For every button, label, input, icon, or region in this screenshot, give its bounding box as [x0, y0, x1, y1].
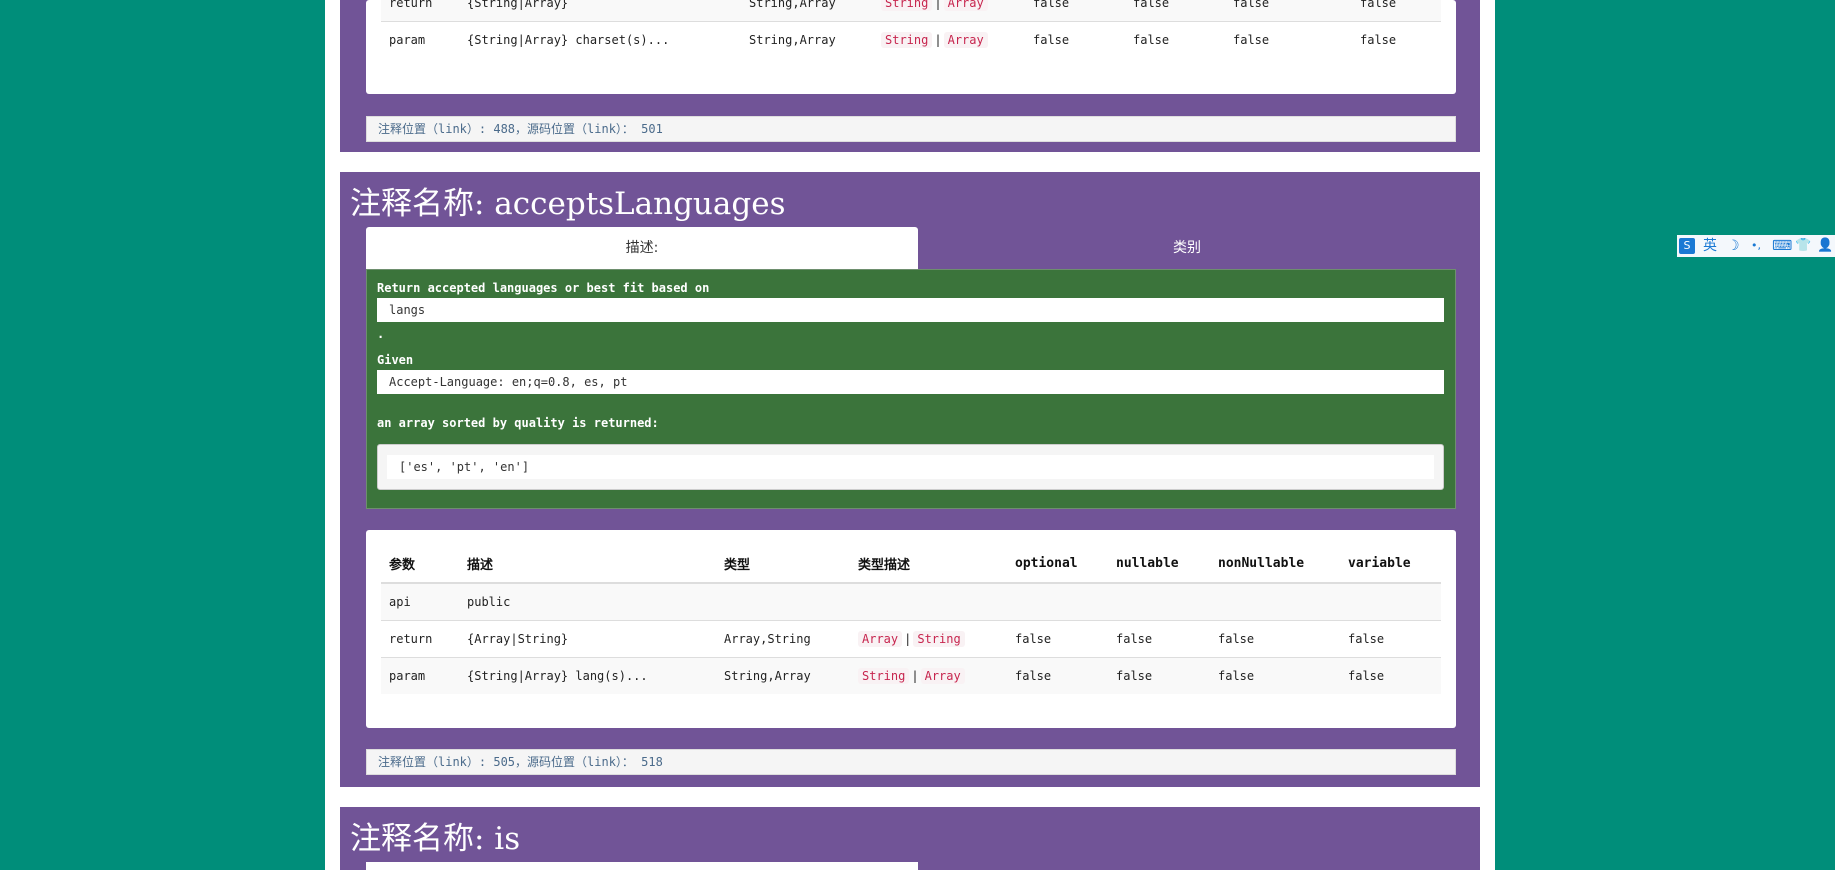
type-badge: Array: [858, 631, 903, 647]
table-cell: false: [1125, 0, 1225, 22]
description-text: .: [377, 327, 385, 341]
table-cell: String | Array: [873, 0, 1025, 22]
ime-toolbar: S 英 ☽ •, ⌨ 👕 👤: [1677, 235, 1835, 257]
annotation-title: 注释名称: acceptsLanguages: [350, 186, 786, 222]
table-cell: Array | String: [850, 620, 1007, 658]
table-row: param {String|Array} charset(s)... String,…: [381, 21, 1441, 58]
table-cell: String,Array: [741, 0, 873, 22]
annotation-title: 注释名称: is: [350, 821, 521, 857]
column-header: 类型描述: [850, 544, 1007, 584]
type-badge: Array: [943, 32, 988, 48]
table-cell: {String|Array} lang(s)...: [459, 657, 716, 694]
description-text: Given: [377, 353, 414, 367]
source-location-footer: 注释位置（link）: 488，源码位置（link）： 501: [366, 116, 1456, 142]
tab-category[interactable]: 类别: [918, 227, 1456, 269]
params-card: 参数 描述 类型 类型描述 optional nullable nonNulla…: [366, 530, 1456, 728]
table-cell: {String|Array}: [459, 0, 741, 22]
type-badge: String: [913, 631, 965, 647]
table-row: api public: [381, 582, 1441, 621]
table-cell: false: [1210, 620, 1340, 658]
table-header-row: 参数 描述 类型 类型描述 optional nullable nonNulla…: [381, 544, 1441, 584]
table-cell: api: [381, 582, 459, 621]
table-cell: return: [381, 0, 459, 22]
table-cell: param: [381, 21, 459, 58]
table-cell: false: [1025, 21, 1125, 58]
ime-logo-icon[interactable]: S: [1679, 238, 1695, 254]
table-cell: String,Array: [716, 657, 850, 694]
table-cell: public: [459, 582, 716, 621]
table-cell: false: [1352, 0, 1441, 22]
user-icon[interactable]: 👤: [1817, 235, 1833, 257]
type-separator: |: [934, 0, 942, 10]
table-cell: false: [1007, 620, 1108, 658]
tab-description[interactable]: 描述:: [366, 227, 918, 269]
column-header: 描述: [459, 544, 716, 584]
table-cell: [1210, 582, 1340, 621]
params-card-prev: return {String|Array} String,Array String | A…: [366, 0, 1456, 94]
params-table-prev: return {String|Array} String,Array String | A…: [381, 0, 1441, 58]
type-badge: String: [881, 32, 933, 48]
skin-icon[interactable]: 👕: [1795, 235, 1811, 257]
table-cell: false: [1225, 0, 1352, 22]
description-text: an array sorted by quality is returned:: [377, 416, 659, 430]
source-location-footer: 注释位置（link）: 505，源码位置（link）： 518: [366, 749, 1456, 775]
table-row: return {String|Array} String,Array String | A…: [381, 0, 1441, 22]
annotation-block-is: 注释名称: is: [340, 807, 1480, 870]
description-text: Return accepted languages or best fit ba…: [377, 281, 710, 295]
table-cell: [1108, 582, 1210, 621]
column-header: nonNullable: [1210, 544, 1340, 584]
type-badge: String: [858, 668, 910, 684]
column-header: 参数: [381, 544, 459, 584]
params-table: 参数 描述 类型 类型描述 optional nullable nonNulla…: [381, 544, 1441, 694]
code-block-text: ['es', 'pt', 'en']: [387, 455, 1434, 479]
annotation-block-prev: return {String|Array} String,Array String | A…: [340, 0, 1480, 152]
table-cell: false: [1108, 620, 1210, 658]
table-cell: Array,String: [716, 620, 850, 658]
description-panel: Return accepted languages or best fit ba…: [366, 269, 1456, 509]
code-snippet: Accept-Language: en;q=0.8, es, pt: [377, 370, 1444, 394]
table-cell: false: [1108, 657, 1210, 694]
table-cell: String | Array: [850, 657, 1007, 694]
table-cell: String | Array: [873, 21, 1025, 58]
type-separator: |: [934, 33, 942, 47]
table-cell: [716, 582, 850, 621]
type-badge: Array: [943, 0, 988, 11]
table-row: return {Array|String} Array,String Array | St…: [381, 620, 1441, 658]
table-cell: false: [1025, 0, 1125, 22]
annotation-block-acceptslanguages: 注释名称: acceptsLanguages 描述: 类别 Return acc…: [340, 172, 1480, 787]
column-header: nullable: [1108, 544, 1210, 584]
type-separator: |: [911, 669, 919, 683]
keyboard-icon[interactable]: ⌨: [1772, 235, 1792, 257]
table-cell: [1340, 582, 1441, 621]
table-cell: [1007, 582, 1108, 621]
doc-page: return {String|Array} String,Array String | A…: [325, 0, 1495, 870]
type-separator: |: [904, 632, 912, 646]
table-cell: String,Array: [741, 21, 873, 58]
table-row: param {String|Array} lang(s)... String,Arr…: [381, 657, 1441, 694]
table-cell: {String|Array} charset(s)...: [459, 21, 741, 58]
table-cell: false: [1125, 21, 1225, 58]
column-header: variable: [1340, 544, 1441, 584]
column-header: optional: [1007, 544, 1108, 584]
code-snippet: langs: [377, 298, 1444, 322]
tab-description[interactable]: [366, 862, 918, 870]
column-header: 类型: [716, 544, 850, 584]
type-badge: Array: [920, 668, 965, 684]
annotation-tabs: 描述: 类别: [366, 227, 1456, 269]
ime-language-toggle[interactable]: 英: [1703, 235, 1717, 257]
table-cell: false: [1210, 657, 1340, 694]
table-cell: return: [381, 620, 459, 658]
punctuation-icon[interactable]: •,: [1751, 235, 1761, 257]
moon-icon[interactable]: ☽: [1727, 235, 1740, 257]
table-cell: false: [1340, 620, 1441, 658]
table-cell: false: [1225, 21, 1352, 58]
table-cell: [850, 582, 1007, 621]
table-cell: false: [1007, 657, 1108, 694]
type-badge: String: [881, 0, 933, 11]
code-block: ['es', 'pt', 'en']: [377, 444, 1444, 490]
table-cell: false: [1340, 657, 1441, 694]
table-cell: param: [381, 657, 459, 694]
table-cell: false: [1352, 21, 1441, 58]
table-cell: {Array|String}: [459, 620, 716, 658]
